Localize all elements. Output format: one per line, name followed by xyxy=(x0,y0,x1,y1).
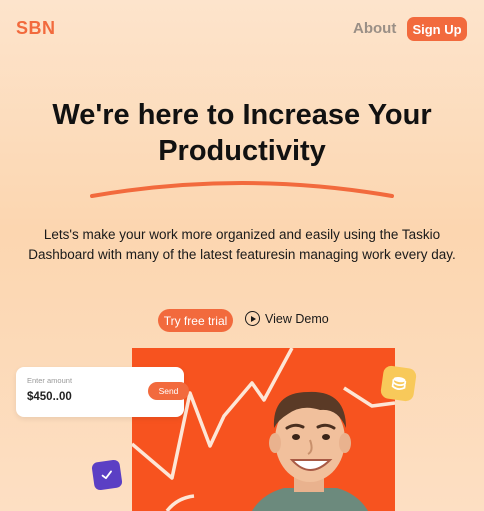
title-underline xyxy=(90,181,394,198)
amount-input[interactable] xyxy=(27,391,127,403)
view-demo-label: View Demo xyxy=(265,311,329,326)
amount-label: Enter amount xyxy=(27,376,73,385)
hero-subtitle: Lets's make your work more organized and… xyxy=(28,227,456,262)
coin-stack-icon xyxy=(391,376,406,390)
free-trial-button[interactable]: Try free trial xyxy=(158,309,233,332)
signup-button[interactable]: Sign Up xyxy=(407,17,467,41)
view-demo-button[interactable]: View Demo xyxy=(245,311,329,326)
logo[interactable]: SBN xyxy=(16,18,56,39)
check-badge xyxy=(91,459,123,491)
nav-about-link[interactable]: About xyxy=(353,20,396,37)
play-circle-icon xyxy=(245,311,260,326)
coin-badge xyxy=(379,364,418,403)
checkmark-icon xyxy=(101,470,112,480)
hero-title: We're here to Increase Your Productivity xyxy=(52,99,432,167)
send-button[interactable]: Send xyxy=(148,382,189,400)
amount-card: Enter amount Send xyxy=(16,367,189,417)
